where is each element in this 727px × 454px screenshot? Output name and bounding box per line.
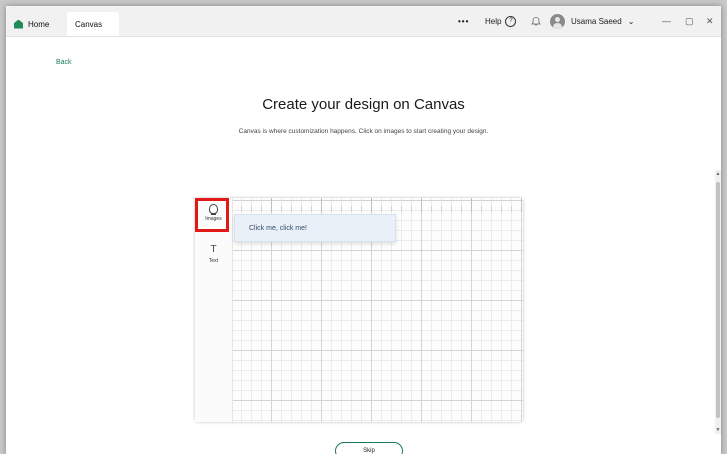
tab-home-label: Home [28, 19, 50, 29]
more-icon: ••• [458, 16, 470, 26]
avatar [550, 13, 565, 29]
skip-button[interactable]: Skip [335, 442, 403, 454]
skip-label: Skip [363, 448, 375, 454]
tooltip: Click me, click me! [234, 214, 396, 242]
help-button[interactable]: Help ? [485, 6, 517, 36]
page-subtitle: Canvas is where customization happens. C… [238, 128, 489, 135]
tab-canvas-label: Canvas [75, 19, 103, 29]
text-tool-label: Text [208, 258, 219, 264]
user-name: Usama Saeed [571, 16, 622, 26]
maximize-icon: ▢ [685, 15, 694, 26]
scrollbar[interactable]: ▲ ▼ [715, 170, 721, 434]
maximize-button[interactable]: ▢ [685, 6, 694, 36]
more-options-button[interactable]: ••• [458, 6, 469, 36]
tooltip-text: Click me, click me! [249, 224, 307, 232]
tool-panel: Images T Text [195, 198, 233, 422]
text-tool-button[interactable]: T Text [195, 244, 232, 264]
user-menu[interactable]: Usama Saeed ⌄ [571, 6, 634, 36]
title-bar: Home Canvas ••• Help ? Usama Saeed ⌄ — ▢… [6, 6, 721, 37]
minimize-icon: — [662, 16, 671, 26]
notifications-button[interactable] [531, 6, 541, 36]
page-title: Create your design on Canvas [262, 96, 465, 113]
scroll-thumb[interactable] [716, 182, 720, 418]
tab-home[interactable]: Home [6, 12, 68, 36]
user-avatar-button[interactable] [550, 6, 565, 36]
back-link[interactable]: Back [56, 59, 72, 66]
app-window: Home Canvas ••• Help ? Usama Saeed ⌄ — ▢… [6, 6, 721, 454]
close-icon: ✕ [706, 15, 714, 26]
scroll-down-icon[interactable]: ▼ [715, 426, 721, 434]
tab-canvas[interactable]: Canvas [67, 12, 119, 36]
help-icon: ? [505, 15, 517, 27]
text-icon: T [210, 244, 217, 255]
home-icon [14, 19, 23, 29]
close-button[interactable]: ✕ [706, 6, 714, 36]
ruler [233, 198, 523, 212]
minimize-button[interactable]: — [662, 6, 671, 36]
chevron-down-icon: ⌄ [627, 16, 635, 26]
bell-icon [531, 17, 541, 26]
highlight-box [195, 198, 229, 232]
help-label: Help [485, 16, 502, 26]
scroll-up-icon[interactable]: ▲ [715, 170, 721, 178]
